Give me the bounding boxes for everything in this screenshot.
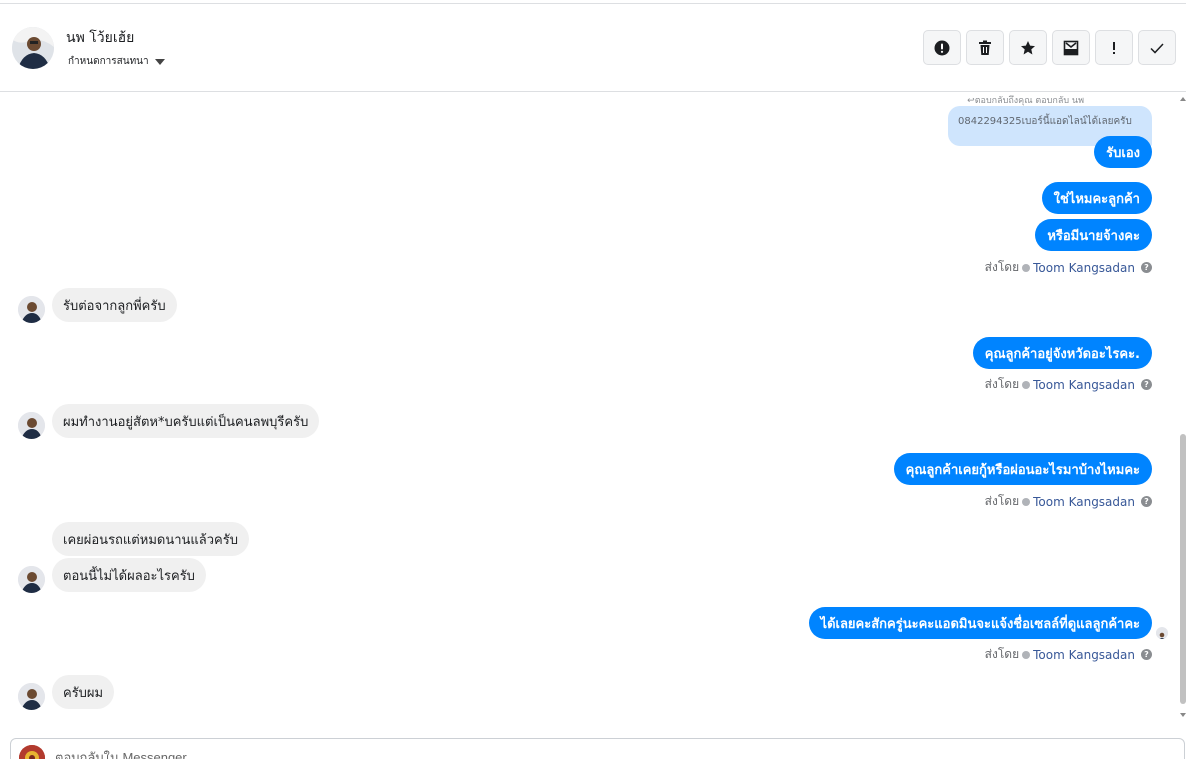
star-icon: [1021, 40, 1035, 54]
sender-name[interactable]: Toom Kangsadan: [1033, 648, 1135, 662]
reply-caption: ↩ตอบกลับถึงคุณ ตอบกลับ นพ: [967, 96, 1084, 106]
help-icon[interactable]: ?: [1141, 379, 1152, 390]
message-bubble-incoming[interactable]: ครับผม: [52, 675, 115, 709]
sender-name[interactable]: Toom Kangsadan: [1033, 495, 1135, 509]
help-icon[interactable]: ?: [1141, 262, 1152, 273]
contact-avatar[interactable]: [12, 27, 54, 69]
check-icon: [1150, 42, 1164, 54]
contact-avatar-small: [18, 566, 45, 593]
message-composer: [10, 738, 1185, 759]
message-bubble-outgoing[interactable]: คุณลูกค้าอยู่จังหวัดอะไรคะ.: [972, 337, 1152, 369]
sender-dot-icon: [1022, 263, 1031, 272]
sender-name[interactable]: Toom Kangsadan: [1033, 261, 1135, 275]
sender-dot-icon: [1022, 650, 1031, 659]
sent-by-info: ส่งโดย Toom Kangsadan ?: [985, 492, 1152, 511]
contact-avatar-small: [18, 683, 45, 710]
sent-by-info: ส่งโดย Toom Kangsadan ?: [985, 375, 1152, 394]
trash-icon: [979, 40, 991, 55]
conversation-settings-label: กำหนดการสนทนา: [68, 56, 149, 67]
message-bubble-outgoing[interactable]: ใช่ไหมคะลูกค้า: [1041, 182, 1152, 214]
conversation-header: นพ โว้ยเฮ้ย กำหนดการสนทนา: [0, 4, 1186, 92]
sender-dot-icon: [1022, 380, 1031, 389]
help-icon[interactable]: ?: [1141, 649, 1152, 660]
caret-down-icon: [154, 58, 165, 65]
help-icon[interactable]: ?: [1141, 496, 1152, 507]
conversation-settings-dropdown[interactable]: กำหนดการสนทนา: [68, 54, 165, 69]
alert-circle-icon: [934, 40, 950, 55]
mark-spam-button[interactable]: [923, 30, 961, 65]
sender-name[interactable]: Toom Kangsadan: [1033, 378, 1135, 392]
scrollbar-thumb[interactable]: [1180, 434, 1186, 704]
message-bubble-outgoing[interactable]: คุณลูกค้าเคยกู้หรือผ่อนอะไรมาบ้างไหมคะ: [893, 453, 1152, 485]
delete-button[interactable]: [966, 30, 1004, 65]
contact-avatar-small: [18, 296, 45, 323]
exclamation-icon: [1113, 41, 1115, 54]
scroll-down-arrow-icon[interactable]: [1180, 712, 1186, 718]
message-bubble-incoming[interactable]: ผมทำงานอยู่สัตห*บครับแต่เป็นคนลพบุรีครับ: [52, 404, 320, 438]
sent-by-prefix: ส่งโดย: [984, 494, 1020, 508]
message-bubble-outgoing[interactable]: ได้เลยคะสักครู่นะคะแอดมินจะแจ้งชื่อเซลล์…: [808, 607, 1152, 639]
archive-button[interactable]: [1052, 30, 1090, 65]
messenger-conversation-page: นพ โว้ยเฮ้ย กำหนดการสนทนา ↩ตอบกลับถึงคุณ…: [0, 0, 1186, 759]
message-bubble-outgoing[interactable]: หรือมีนายจ้างคะ: [1035, 219, 1152, 251]
sent-by-prefix: ส่งโดย: [984, 260, 1020, 274]
message-bubble-incoming[interactable]: รับต่อจากลูกพี่ครับ: [52, 288, 177, 322]
message-bubble-incoming[interactable]: เคยผ่อนรถแต่หมดนานแล้วครับ: [52, 522, 249, 556]
sent-by-prefix: ส่งโดย: [984, 377, 1020, 391]
mark-done-button[interactable]: [1138, 30, 1176, 65]
page-avatar: [19, 745, 45, 759]
archive-icon: [1063, 40, 1079, 55]
seen-receipt-avatar: [1156, 627, 1168, 639]
header-actions: [923, 30, 1176, 65]
sender-dot-icon: [1022, 497, 1031, 506]
scroll-up-arrow-icon[interactable]: [1180, 96, 1186, 102]
sent-by-info: ส่งโดย Toom Kangsadan ?: [985, 645, 1152, 664]
follow-up-button[interactable]: [1095, 30, 1133, 65]
sent-by-info: ส่งโดย Toom Kangsadan ?: [985, 258, 1152, 277]
sent-by-prefix: ส่งโดย: [984, 647, 1020, 661]
reply-input[interactable]: [55, 750, 655, 759]
contact-avatar-small: [18, 412, 45, 439]
message-bubble-incoming[interactable]: ตอนนี้ไม่ได้ผลอะไรครับ: [52, 558, 206, 592]
message-bubble-outgoing[interactable]: รับเอง: [1094, 136, 1152, 168]
contact-name[interactable]: นพ โว้ยเฮ้ย: [66, 27, 134, 49]
star-button[interactable]: [1009, 30, 1047, 65]
